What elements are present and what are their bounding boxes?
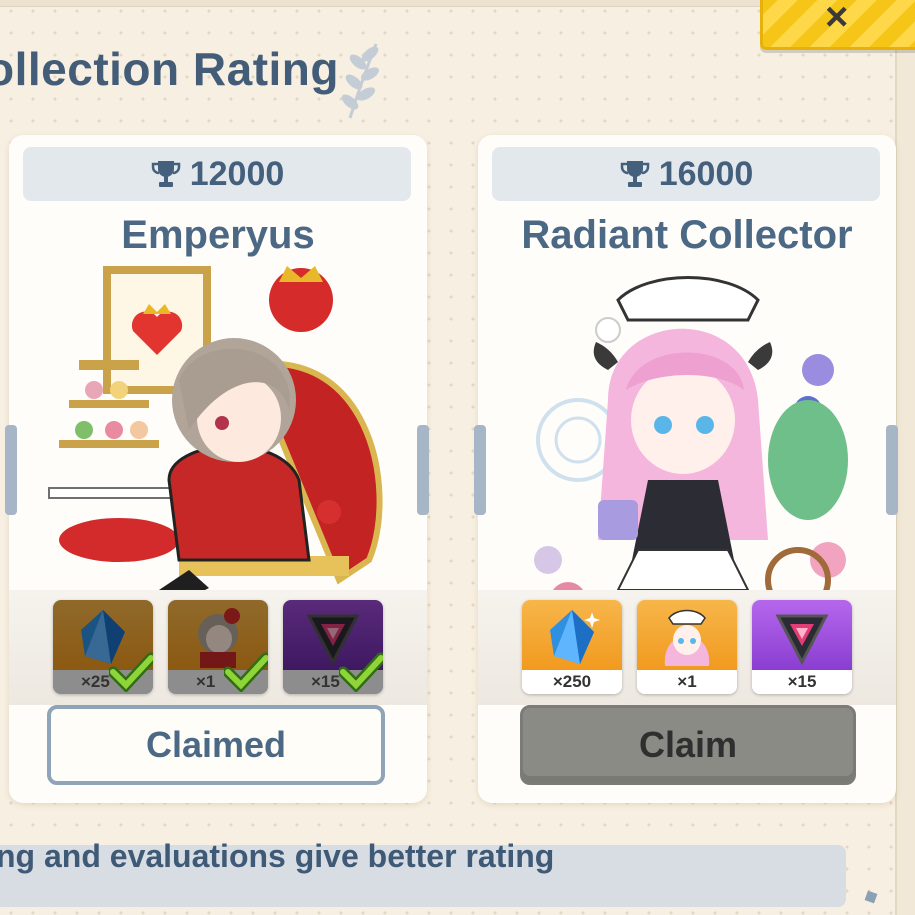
crystal-icon (550, 610, 600, 664)
page-title: ollection Rating (0, 43, 339, 95)
rating-value: 12000 (189, 154, 285, 193)
right-rail (895, 0, 915, 915)
checkmark-icon (224, 652, 268, 692)
close-icon: × (825, 0, 849, 39)
checkmark-icon (109, 652, 153, 692)
reward-card-radiant-collector: 16000 Radiant Collector ×250 ×1 ×15 Clai… (474, 135, 898, 803)
reward-item[interactable]: ×1 (168, 600, 268, 694)
trophy-icon (620, 161, 649, 187)
trophy-icon (151, 161, 180, 187)
close-button[interactable]: × (760, 0, 915, 50)
laurel-icon (341, 43, 380, 119)
reward-item[interactable]: ×15 (752, 600, 852, 694)
rating-requirement: 16000 (492, 147, 880, 201)
reward-item[interactable]: ×15 (283, 600, 383, 694)
rating-requirement: 12000 (23, 147, 411, 201)
reward-quantity: ×250 (522, 670, 622, 694)
reward-card-emperyus: 12000 Emperyus ×25 ×1 ×15 Claimed (5, 135, 429, 803)
reward-item[interactable]: ×1 (637, 600, 737, 694)
reward-list: ×25 ×1 ×15 (53, 600, 383, 696)
side-tab-right (417, 425, 429, 515)
checkmark-icon (339, 652, 383, 692)
reward-quantity: ×15 (752, 670, 852, 694)
reward-item[interactable]: ×250 (522, 600, 622, 694)
rating-value: 16000 (658, 154, 754, 193)
side-tab-left (474, 425, 486, 515)
side-tab-right (886, 425, 898, 515)
corner-decoration (864, 890, 878, 904)
triangle-core-icon (775, 614, 829, 666)
claim-button[interactable]: Claim (520, 705, 856, 785)
side-tab-left (5, 425, 17, 515)
claimed-button[interactable]: Claimed (47, 705, 385, 785)
card-title: Radiant Collector (521, 213, 853, 257)
reward-item[interactable]: ×25 (53, 600, 153, 694)
card-title: Emperyus (121, 213, 315, 257)
reward-list: ×250 ×1 ×15 (522, 600, 852, 696)
hint-text: ng and evaluations give better rating (0, 838, 555, 874)
avatar-icon (664, 609, 710, 666)
reward-quantity: ×1 (637, 670, 737, 694)
